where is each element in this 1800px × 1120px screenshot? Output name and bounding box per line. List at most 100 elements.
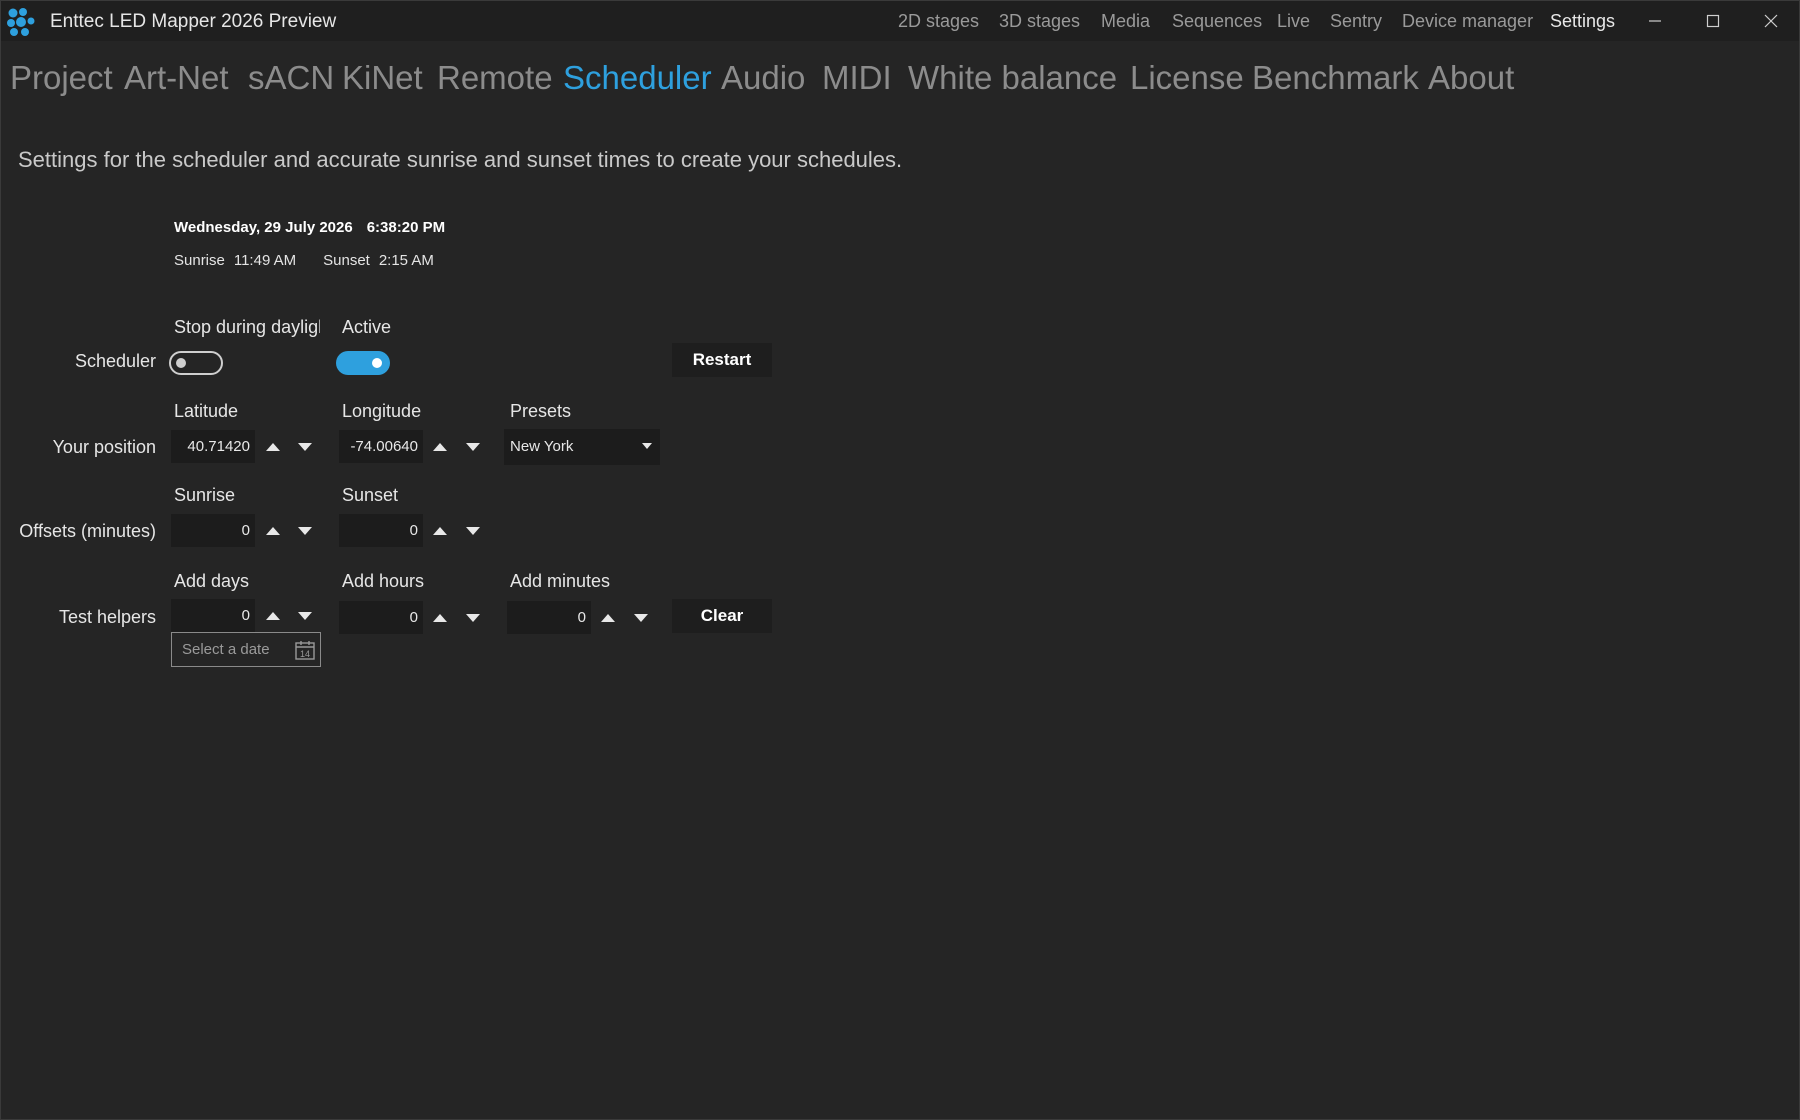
scheduler-row-label: Scheduler [74,351,156,371]
caret-down-icon [466,442,480,451]
app-logo-icon [7,8,35,36]
add-days-label: Add days [174,571,250,591]
longitude-input[interactable]: -74.00640 [339,430,423,463]
top-nav-sentry[interactable]: Sentry [1330,11,1382,32]
sunset-label: Sunset [323,252,370,269]
longitude-up-button[interactable] [427,430,453,463]
calendar-icon[interactable]: 14 [294,639,316,661]
sunrise-label: Sunrise [174,252,225,269]
add-days-input[interactable]: 0 [171,599,255,632]
clear-button[interactable]: Clear [672,599,772,633]
presets-selected-value: New York [510,438,574,455]
latitude-input[interactable]: 40.71420 [171,430,255,463]
caret-up-icon [266,442,280,451]
stop-daylight-label: Stop during daylight [174,317,320,337]
caret-up-icon [433,613,447,622]
top-nav-2d-stages[interactable]: 2D stages [898,11,979,32]
top-nav-3d-stages[interactable]: 3D stages [999,11,1080,32]
current-time: 6:38:20 PM [366,219,446,236]
presets-label: Presets [510,401,572,421]
add-hours-label: Add hours [342,571,425,591]
svg-text:14: 14 [300,649,310,659]
caret-up-icon [601,613,615,622]
presets-dropdown[interactable]: New York [504,429,660,465]
dropdown-arrow-icon [642,443,652,449]
tab-midi[interactable]: MIDI [822,59,892,97]
tab-art-net[interactable]: Art-Net [124,59,229,97]
sunrise-offset-up-button[interactable] [260,514,286,547]
window-title: Enttec LED Mapper 2026 Preview [50,11,337,32]
top-nav-settings[interactable]: Settings [1550,11,1615,32]
minimize-button[interactable] [1627,1,1683,41]
caret-up-icon [433,442,447,451]
maximize-icon [1706,14,1720,28]
tab-license[interactable]: License [1130,59,1244,97]
sunset-offset-input[interactable]: 0 [339,514,423,547]
add-hours-down-button[interactable] [460,601,486,634]
tab-white-balance[interactable]: White balance [908,59,1117,97]
top-nav-device-manager[interactable]: Device manager [1402,11,1533,32]
latitude-up-button[interactable] [260,430,286,463]
tab-scheduler[interactable]: Scheduler [563,59,712,97]
title-bar[interactable]: Enttec LED Mapper 2026 Preview 2D stages… [1,1,1799,41]
caret-up-icon [266,526,280,535]
caret-down-icon [466,613,480,622]
position-row-label: Your position [52,437,156,457]
caret-down-icon [298,611,312,620]
close-icon [1764,14,1778,28]
sunrise-offset-input[interactable]: 0 [171,514,255,547]
top-nav-live[interactable]: Live [1277,11,1310,32]
active-toggle[interactable] [336,351,390,375]
sunrise-offset-down-button[interactable] [292,514,318,547]
add-hours-up-button[interactable] [427,601,453,634]
toggle-knob [372,358,382,368]
minimize-icon [1649,20,1661,22]
add-hours-input[interactable]: 0 [339,601,423,634]
date-picker-placeholder: Select a date [182,641,270,658]
longitude-down-button[interactable] [460,430,486,463]
caret-up-icon [433,526,447,535]
top-nav-media[interactable]: Media [1101,11,1150,32]
tab-audio[interactable]: Audio [721,59,805,97]
test-helpers-row-label: Test helpers [58,607,156,627]
tab-kinet[interactable]: KiNet [342,59,423,97]
restart-button[interactable]: Restart [672,343,772,377]
longitude-label: Longitude [342,401,422,421]
app-window: Enttec LED Mapper 2026 Preview 2D stages… [0,0,1800,1120]
add-days-up-button[interactable] [260,599,286,632]
current-datetime: Wednesday, 29 July 2026 6:38:20 PM [174,219,459,236]
test-date-picker[interactable]: Select a date 14 [171,632,321,667]
offset-sunset-label: Sunset [342,485,399,505]
add-minutes-up-button[interactable] [595,601,621,634]
latitude-label: Latitude [174,401,239,421]
tab-about[interactable]: About [1428,59,1514,97]
active-label: Active [342,317,392,337]
maximize-button[interactable] [1685,1,1741,41]
close-button[interactable] [1743,1,1799,41]
tab-remote[interactable]: Remote [437,59,553,97]
top-nav-sequences[interactable]: Sequences [1172,11,1262,32]
add-minutes-label: Add minutes [510,571,611,591]
tab-benchmark[interactable]: Benchmark [1252,59,1419,97]
add-days-down-button[interactable] [292,599,318,632]
sun-times: Sunrise 11:49 AM Sunset 2:15 AM [174,252,443,269]
caret-down-icon [634,613,648,622]
tab-sacn[interactable]: sACN [248,59,334,97]
sunset-time: 2:15 AM [378,252,434,269]
current-date: Wednesday, 29 July 2026 [174,219,353,236]
offsets-row-label: Offsets (minutes) [19,521,156,541]
caret-up-icon [266,611,280,620]
sunset-offset-up-button[interactable] [427,514,453,547]
tab-project[interactable]: Project [10,59,113,97]
offset-sunrise-label: Sunrise [174,485,236,505]
caret-down-icon [466,526,480,535]
scheduler-description: Settings for the scheduler and accurate … [18,147,903,172]
add-minutes-input[interactable]: 0 [507,601,591,634]
latitude-down-button[interactable] [292,430,318,463]
caret-down-icon [298,442,312,451]
add-minutes-down-button[interactable] [628,601,654,634]
caret-down-icon [298,526,312,535]
sunset-offset-down-button[interactable] [460,514,486,547]
stop-daylight-toggle[interactable] [169,351,223,375]
sunrise-time: 11:49 AM [233,252,297,269]
